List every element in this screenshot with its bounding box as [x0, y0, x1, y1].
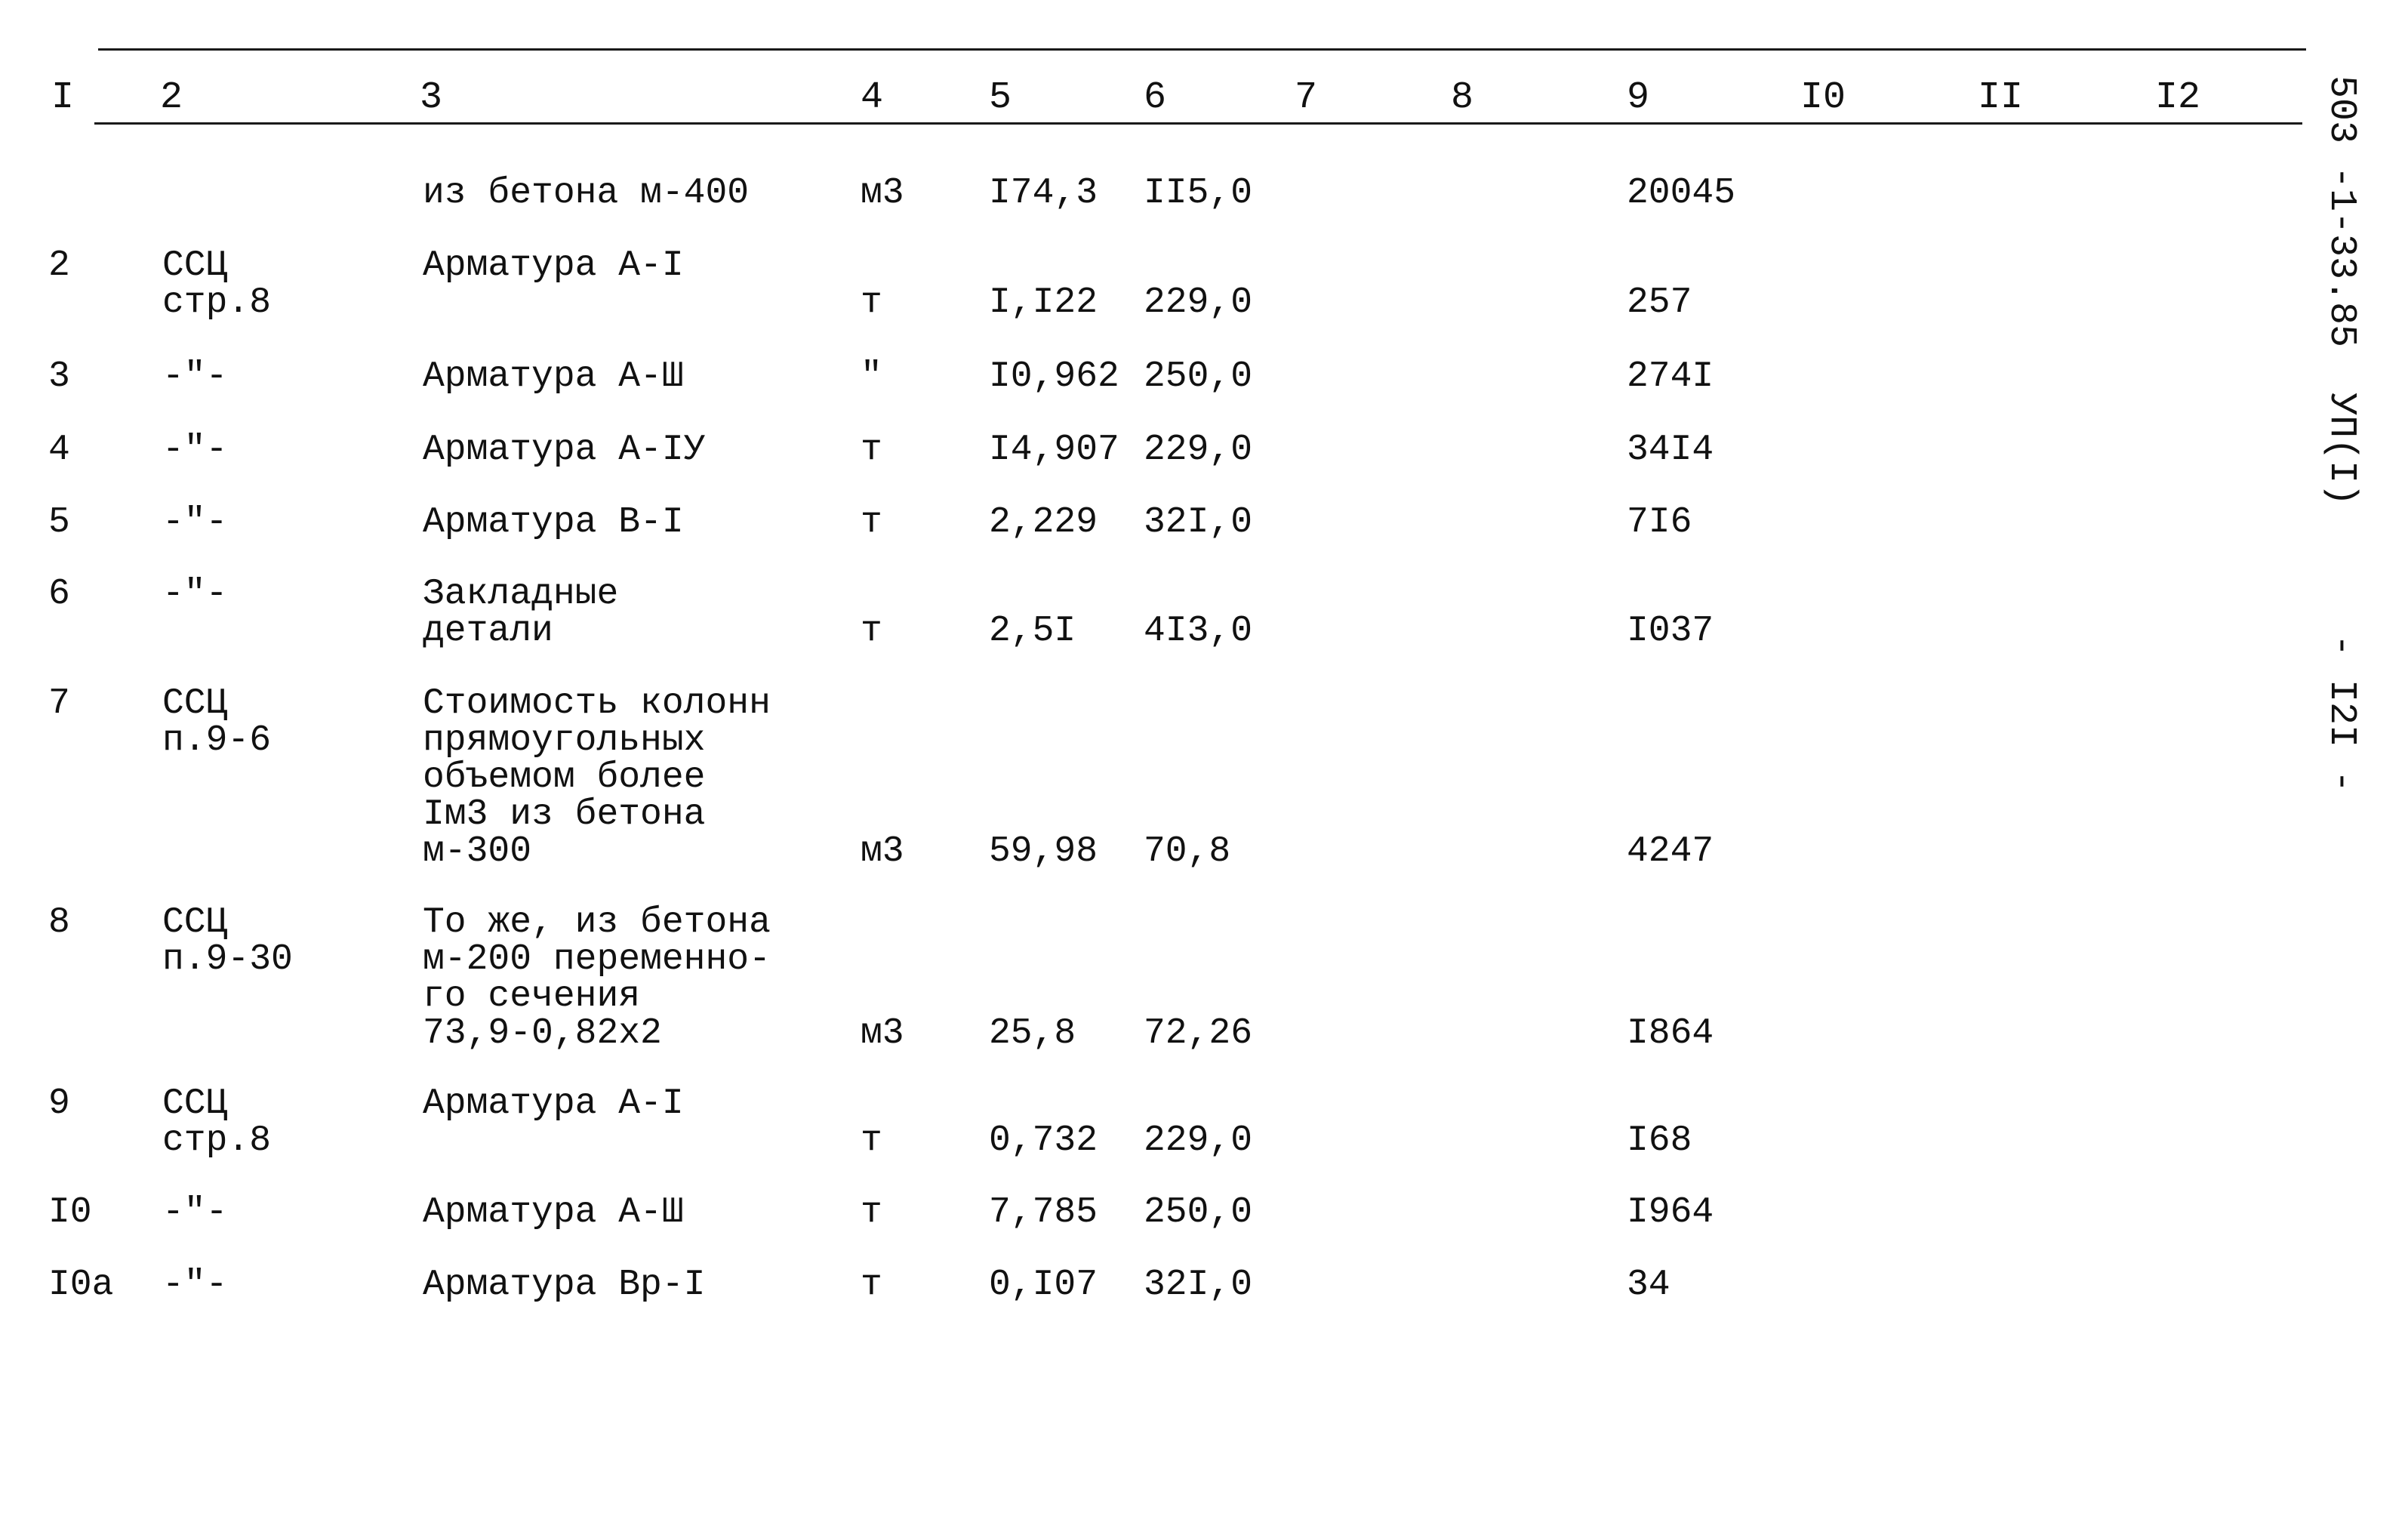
- unit: т: [861, 1192, 882, 1233]
- item-name: Арматура А-Ш: [423, 356, 684, 397]
- row-number: 4: [48, 430, 70, 470]
- row-number: 7: [48, 683, 70, 724]
- quantity: I74,3: [989, 173, 1098, 214]
- unit-price: 229,0: [1144, 282, 1253, 323]
- column-header: 5: [989, 76, 1012, 119]
- document-page: I 2 3 4 5 6 7 8 9 I0 II I2 из бетона м-4…: [0, 0, 2408, 1516]
- quantity: 2,5I: [989, 611, 1076, 652]
- item-name: Арматура А-Ш: [423, 1192, 684, 1233]
- quantity: 2,229: [989, 502, 1098, 543]
- column-header: 2: [160, 76, 183, 119]
- unit-price: 32I,0: [1144, 502, 1253, 543]
- reference: -"-: [162, 1265, 228, 1305]
- reference: ССЦ стр.8: [162, 1083, 272, 1161]
- column-header: I0: [1800, 76, 1846, 119]
- quantity: 0,732: [989, 1120, 1098, 1161]
- column-header: 8: [1451, 76, 1474, 119]
- column-header: 3: [420, 76, 443, 119]
- unit-price: 72,26: [1144, 1013, 1253, 1054]
- column-header: 6: [1144, 76, 1167, 119]
- unit-price: 250,0: [1144, 356, 1253, 397]
- page-number: - I2I -: [2320, 634, 2363, 793]
- unit: т: [861, 1120, 882, 1161]
- unit: м3: [861, 831, 904, 872]
- quantity: 25,8: [989, 1013, 1076, 1054]
- unit: м3: [861, 173, 904, 214]
- document-code: 503 -1-33.85 УП(I): [2320, 75, 2363, 507]
- unit: т: [861, 502, 882, 543]
- item-name: Стоимость колонн прямоугольных объемом б…: [423, 683, 771, 872]
- total-cost: 20045: [1627, 173, 1736, 214]
- item-name: Закладные детали: [423, 574, 619, 652]
- unit-price: 229,0: [1144, 1120, 1253, 1161]
- reference: ССЦ стр.8: [162, 245, 272, 323]
- row-number: 3: [48, 356, 70, 397]
- unit: т: [861, 1265, 882, 1305]
- unit-price: II5,0: [1144, 173, 1253, 214]
- quantity: I0,962: [989, 356, 1119, 397]
- reference: -"-: [162, 430, 228, 470]
- total-cost: 4247: [1627, 831, 1714, 872]
- item-name: То же, из бетона м-200 переменно- го сеч…: [423, 902, 771, 1054]
- unit-price: 70,8: [1144, 831, 1231, 872]
- item-name: Арматура А-I: [423, 1083, 684, 1124]
- total-cost: 274I: [1627, 356, 1714, 397]
- total-cost: I037: [1627, 611, 1714, 652]
- total-cost: 34: [1627, 1265, 1671, 1305]
- column-header: 4: [861, 76, 884, 119]
- unit-price: 229,0: [1144, 430, 1253, 470]
- unit: т: [861, 282, 882, 323]
- reference: -"-: [162, 574, 228, 615]
- row-number: 6: [48, 574, 70, 615]
- row-number: 9: [48, 1083, 70, 1124]
- header-bottom-rule: [94, 122, 2302, 125]
- quantity: I,I22: [989, 282, 1098, 323]
- total-cost: I964: [1627, 1192, 1714, 1233]
- row-number: I0а: [48, 1265, 114, 1305]
- item-name: Арматура В-I: [423, 502, 684, 543]
- row-number: 2: [48, 245, 70, 286]
- unit-price: 4I3,0: [1144, 611, 1253, 652]
- unit-price: 32I,0: [1144, 1265, 1253, 1305]
- unit: т: [861, 611, 882, 652]
- item-name: из бетона м-400: [423, 173, 750, 214]
- quantity: 7,785: [989, 1192, 1098, 1233]
- column-header: II: [1978, 76, 2024, 119]
- quantity: 0,I07: [989, 1265, 1098, 1305]
- table-top-rule: [98, 48, 2306, 51]
- item-name: Арматура А-IУ: [423, 430, 706, 470]
- reference: -"-: [162, 1192, 228, 1233]
- quantity: 59,98: [989, 831, 1098, 872]
- reference: ССЦ п.9-6: [162, 683, 272, 761]
- reference: -"-: [162, 356, 228, 397]
- item-name: Арматура А-I: [423, 245, 684, 286]
- column-header: I: [51, 76, 75, 119]
- column-header: 9: [1627, 76, 1650, 119]
- unit: ": [861, 356, 882, 397]
- unit-price: 250,0: [1144, 1192, 1253, 1233]
- total-cost: I864: [1627, 1013, 1714, 1054]
- total-cost: 7I6: [1627, 502, 1692, 543]
- row-number: 8: [48, 902, 70, 943]
- total-cost: I68: [1627, 1120, 1692, 1161]
- column-header: 7: [1295, 76, 1318, 119]
- unit: м3: [861, 1013, 904, 1054]
- total-cost: 257: [1627, 282, 1692, 323]
- quantity: I4,907: [989, 430, 1119, 470]
- total-cost: 34I4: [1627, 430, 1714, 470]
- reference: ССЦ п.9-30: [162, 902, 293, 980]
- row-number: 5: [48, 502, 70, 543]
- unit: т: [861, 430, 882, 470]
- row-number: I0: [48, 1192, 92, 1233]
- column-header: I2: [2155, 76, 2201, 119]
- item-name: Арматура Вр-I: [423, 1265, 706, 1305]
- reference: -"-: [162, 502, 228, 543]
